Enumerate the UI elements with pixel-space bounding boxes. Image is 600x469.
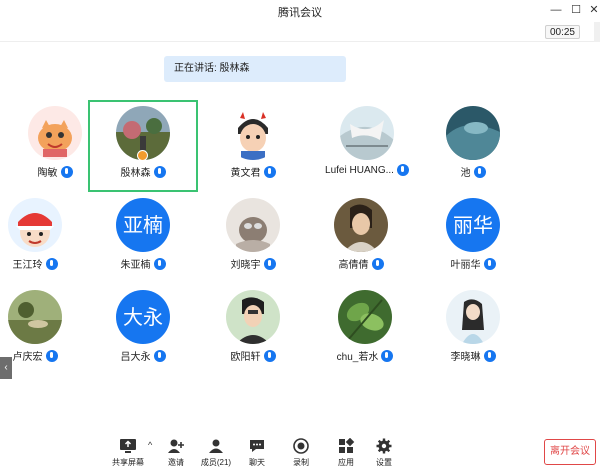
participant-name: 卢庆宏	[12, 352, 43, 363]
title-bar: 腾讯会议 — ☐ ✕	[0, 0, 600, 22]
invite-button[interactable]: 邀请	[156, 438, 196, 468]
mic-icon[interactable]	[153, 257, 166, 270]
window-title: 腾讯会议	[278, 7, 322, 19]
mic-icon[interactable]	[263, 257, 276, 270]
participant-name: 刘晓宇	[230, 260, 261, 271]
mic-icon[interactable]	[45, 349, 58, 362]
participant-name: 叶丽华	[450, 260, 481, 271]
members-button[interactable]: 成员(21)	[196, 438, 236, 468]
settings-label: 设置	[376, 458, 392, 467]
meeting-timer: 00:25	[544, 25, 580, 39]
participant-name: 朱亚楠	[120, 260, 151, 271]
meeting-info-bar: 00:25	[0, 22, 600, 42]
mic-icon[interactable]	[153, 349, 166, 362]
record-icon	[293, 438, 309, 454]
participant-tile[interactable]: 刘晓宇	[198, 194, 308, 286]
participant-tile[interactable]: 李晓琳	[418, 286, 528, 378]
participant-tile[interactable]: 高倩倩	[306, 194, 416, 286]
participant-name: 欧阳轩	[230, 352, 261, 363]
mic-icon[interactable]	[483, 349, 496, 362]
mic-icon[interactable]	[153, 165, 166, 178]
invite-label: 邀请	[168, 458, 184, 467]
apps-icon	[339, 438, 355, 453]
participant-tile[interactable]: 大永 吕大永	[88, 286, 198, 378]
participant-tile[interactable]: 欧阳轩	[198, 286, 308, 378]
participant-name: Lufei HUANG...	[325, 164, 394, 176]
add-user-icon	[168, 439, 184, 453]
mic-icon[interactable]	[263, 165, 276, 178]
avatar	[334, 198, 388, 252]
speaking-banner: 正在讲话: 殷林森	[164, 56, 346, 82]
record-button[interactable]: 录制	[281, 438, 321, 468]
chat-icon	[250, 440, 264, 452]
mic-icon[interactable]	[60, 165, 73, 178]
apps-button[interactable]: 应用	[326, 438, 366, 468]
settings-button[interactable]: 设置	[364, 438, 404, 468]
share-screen-label: 共享屏幕	[112, 458, 144, 467]
mic-icon[interactable]	[45, 257, 58, 270]
members-label: 成员(21)	[200, 458, 232, 467]
participant-tile[interactable]: chu_若水	[310, 286, 420, 378]
avatar	[226, 106, 280, 160]
avatar	[446, 106, 500, 160]
participant-name: 李晓琳	[450, 352, 481, 363]
share-screen-button[interactable]: 共享屏幕	[108, 438, 148, 468]
record-label: 录制	[293, 458, 309, 467]
avatar	[8, 198, 62, 252]
close-button[interactable]: ✕	[586, 2, 600, 18]
chat-button[interactable]: 聊天	[237, 438, 277, 468]
avatar-initials: 丽华	[446, 198, 500, 252]
mic-icon[interactable]	[473, 165, 486, 178]
participant-name: 王江玲	[12, 260, 43, 271]
apps-label: 应用	[338, 458, 354, 467]
avatar	[226, 198, 280, 252]
chat-label: 聊天	[249, 458, 265, 467]
participant-tile[interactable]: 黄文君	[198, 102, 308, 194]
leave-meeting-button[interactable]: 离开会议	[544, 439, 596, 465]
participant-name: chu_若水	[336, 352, 379, 363]
share-screen-icon	[120, 439, 136, 453]
avatar	[8, 290, 62, 344]
participant-name: 吕大永	[120, 352, 151, 363]
participant-name: 陶敏	[37, 168, 58, 179]
mic-icon[interactable]	[396, 164, 409, 176]
participant-name: 池	[460, 168, 471, 179]
avatar	[446, 290, 500, 344]
mic-icon[interactable]	[381, 349, 394, 362]
participant-tile[interactable]: 池	[418, 102, 528, 194]
mic-icon[interactable]	[263, 349, 276, 362]
avatar	[340, 106, 394, 160]
chevron-up-icon[interactable]: ^	[148, 440, 152, 450]
participant-tile-active[interactable]: 殷林森	[88, 100, 198, 192]
members-icon	[209, 439, 223, 453]
scroll-left-button[interactable]: ‹	[0, 357, 12, 379]
minimize-button[interactable]: —	[548, 2, 564, 18]
participant-tile[interactable]: Lufei HUANG...	[312, 102, 422, 194]
avatar-initials: 大永	[116, 290, 170, 344]
gear-icon	[376, 438, 392, 454]
participant-name: 黄文君	[230, 168, 261, 179]
participant-name: 高倩倩	[338, 260, 369, 271]
avatar	[226, 290, 280, 344]
participant-tile[interactable]: 王江玲	[0, 194, 90, 286]
participant-name: 殷林森	[120, 168, 151, 179]
host-badge-icon	[137, 150, 148, 161]
maximize-button[interactable]: ☐	[568, 2, 584, 18]
participant-tile[interactable]: 卢庆宏	[0, 286, 90, 378]
bottom-toolbar: 共享屏幕 ^ 邀请 成员(21) 聊天 录制 应用 设置 离开会议	[0, 430, 600, 469]
avatar	[338, 290, 392, 344]
side-panel-handle[interactable]	[594, 22, 600, 42]
avatar	[28, 106, 82, 160]
mic-icon[interactable]	[371, 257, 384, 270]
participant-tile[interactable]: 丽华 叶丽华	[418, 194, 528, 286]
avatar-initials: 亚楠	[116, 198, 170, 252]
participant-tile[interactable]: 亚楠 朱亚楠	[88, 194, 198, 286]
mic-icon[interactable]	[483, 257, 496, 270]
